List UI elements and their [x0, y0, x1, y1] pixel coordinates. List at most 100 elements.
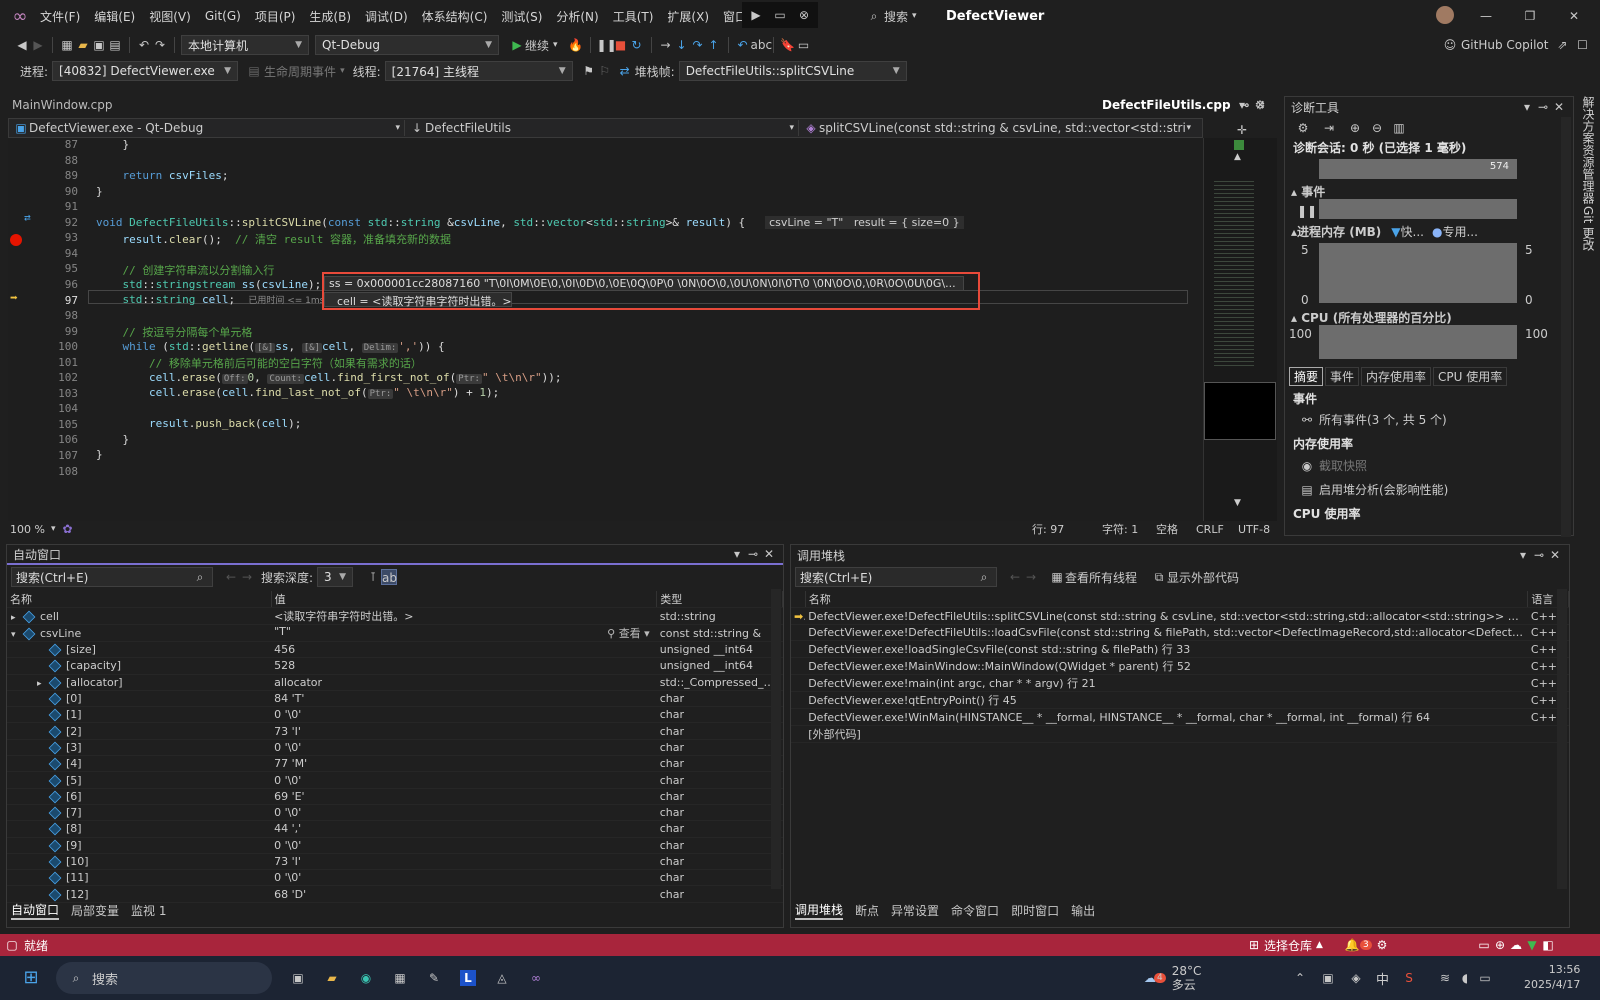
ime-indicator[interactable]: 中: [1376, 969, 1389, 988]
diag-tab[interactable]: 摘要: [1289, 366, 1324, 386]
tray-icon-a[interactable]: ▭: [1476, 937, 1492, 953]
undo-icon[interactable]: ↶: [136, 37, 152, 53]
new-item-icon[interactable]: ▦: [59, 37, 75, 53]
depth-dropdown[interactable]: 3 ▼: [317, 567, 354, 587]
select-repo-button[interactable]: ⊞ 选择仓库 ▲: [1246, 937, 1323, 954]
all-threads-button[interactable]: ▦ 查看所有线程: [1049, 569, 1137, 586]
autos-value-cell[interactable]: 0 '\0': [271, 804, 657, 822]
inline-values[interactable]: csvLine = "T" result = { size=0 }: [765, 216, 964, 229]
search-next-icon[interactable]: →: [239, 569, 255, 585]
comment-icon[interactable]: ▭: [796, 37, 812, 53]
scroll-down-icon[interactable]: ▼: [1234, 498, 1241, 508]
process-dropdown[interactable]: [40832] DefectViewer.exe ▼: [52, 61, 239, 81]
autos-row[interactable]: [8] 44 ',' char: [7, 820, 783, 838]
select-element-icon[interactable]: ▶: [748, 7, 764, 23]
expand-icon[interactable]: ▸: [11, 613, 23, 623]
autos-close-icon[interactable]: ✕: [761, 546, 777, 562]
copilot-button[interactable]: ☺ GitHub Copilot ⇗ ☐: [1442, 37, 1590, 53]
diag-scrollbar[interactable]: [1561, 117, 1571, 537]
menu-item[interactable]: 文件(F): [40, 8, 80, 25]
autos-row[interactable]: [5] 0 '\0' char: [7, 771, 783, 789]
zoom-level[interactable]: 100 %: [10, 523, 45, 536]
diag-chart-icon[interactable]: ▥: [1391, 120, 1407, 136]
breakpoint-icon[interactable]: [10, 234, 22, 246]
flag-threads-icon[interactable]: ⚐: [597, 63, 613, 79]
close-icon[interactable]: ✕: [1566, 8, 1582, 24]
diag-export-icon[interactable]: ⇥: [1321, 120, 1337, 136]
weather-widget[interactable]: ☁ 4 28°C 多云: [1142, 964, 1201, 992]
callstack-bottom-tab[interactable]: 调用堆栈: [795, 901, 844, 920]
callstack-row[interactable]: DefectViewer.exe!main(int argc, char * *…: [791, 674, 1569, 693]
events-track[interactable]: [1319, 199, 1517, 219]
save-icon[interactable]: ▣: [91, 37, 107, 53]
store-icon[interactable]: ▦: [392, 970, 408, 986]
autos-row[interactable]: [12] 68 'D' char: [7, 885, 783, 903]
display-layout-icon[interactable]: ▭: [772, 7, 788, 23]
autos-value-cell[interactable]: 528: [271, 657, 657, 675]
step-over-icon[interactable]: ↷: [690, 37, 706, 53]
search-back-icon[interactable]: ←: [1007, 569, 1023, 585]
tray-app-icon[interactable]: ▣: [1320, 970, 1336, 986]
lifecycle-label[interactable]: 生命周期事件: [264, 63, 336, 80]
visualizer-button[interactable]: ⚲ 查看 ▾: [607, 625, 650, 641]
autos-row[interactable]: ▸ [allocator] allocator std::_Compressed_pa…: [7, 674, 783, 691]
callstack-pin-icon[interactable]: ⊸: [1531, 547, 1547, 563]
pause-icon[interactable]: ❚❚: [1297, 203, 1317, 219]
autos-row[interactable]: ▾ csvLine "T" ⚲ 查看 ▾ const std::string &: [7, 624, 783, 642]
visual-studio-icon[interactable]: ∞: [528, 970, 544, 986]
save-all-icon[interactable]: ▤: [107, 37, 123, 53]
windows-start-icon[interactable]: ⊞: [20, 969, 42, 987]
memory-graph[interactable]: [1319, 243, 1517, 303]
autos-row[interactable]: [size] 456 unsigned __int64: [7, 641, 783, 659]
autos-row[interactable]: [1] 0 '\0' char: [7, 706, 783, 724]
clock[interactable]: 13:56 2025/4/17: [1524, 962, 1580, 992]
autos-row[interactable]: [7] 0 '\0' char: [7, 804, 783, 822]
expand-icon[interactable]: ▾: [11, 630, 23, 640]
autos-row[interactable]: [2] 73 'I' char: [7, 722, 783, 740]
show-next-statement-icon[interactable]: →: [658, 37, 674, 53]
tray-icon-c[interactable]: ☁: [1508, 937, 1524, 953]
encoding[interactable]: UTF-8: [1238, 523, 1270, 536]
cursor-line[interactable]: 行: 97: [1032, 521, 1064, 537]
autos-row[interactable]: [9] 0 '\0' char: [7, 837, 783, 854]
back-icon[interactable]: ◀: [14, 37, 30, 53]
autos-row[interactable]: [6] 69 'E' char: [7, 788, 783, 805]
global-search[interactable]: ⌕ 搜索 ▾: [866, 8, 917, 25]
feedback-icon[interactable]: ☐: [1574, 37, 1590, 53]
menu-item[interactable]: 编辑(E): [94, 8, 135, 25]
callstack-row[interactable]: DefectViewer.exe!qtEntryPoint() 行 45 C++: [791, 691, 1569, 710]
diag-tab[interactable]: 内存使用率: [1361, 366, 1432, 386]
autos-value-cell[interactable]: 68 'D': [271, 885, 657, 903]
callstack-scrollbar[interactable]: [1557, 589, 1567, 889]
menu-item[interactable]: 视图(V): [149, 8, 191, 25]
autos-value-cell[interactable]: 0 '\0': [271, 837, 657, 854]
taskbar-search[interactable]: ⌕ 搜索: [56, 962, 272, 994]
snapshot-button[interactable]: ◉ 截取快照: [1299, 457, 1367, 474]
line-endings[interactable]: CRLF: [1196, 523, 1224, 536]
autos-menu-icon[interactable]: ▾: [729, 546, 745, 562]
datatip-ss-row[interactable]: ss = 0x000001cc28087160 "T\0I\0M\0E\0,\0…: [324, 276, 964, 291]
autos-value-cell[interactable]: 77 'M': [271, 755, 657, 773]
autos-bottom-tab[interactable]: 局部变量: [71, 902, 119, 919]
autos-search-input[interactable]: 搜索(Ctrl+E) ⌕: [11, 567, 213, 587]
step-back-icon[interactable]: ↶: [735, 37, 751, 53]
diag-pin-icon[interactable]: ⊸: [1535, 99, 1551, 115]
diag-settings-icon[interactable]: ⚙: [1295, 120, 1311, 136]
callstack-row[interactable]: DefectViewer.exe!DefectFileUtils::loadCs…: [791, 624, 1569, 642]
callstack-row[interactable]: DefectViewer.exe!MainWindow::MainWindow(…: [791, 657, 1569, 676]
autos-row[interactable]: [10] 73 'I' char: [7, 853, 783, 871]
zoom-out-icon[interactable]: ⊖: [1369, 120, 1385, 136]
diag-tab[interactable]: CPU 使用率: [1433, 366, 1508, 386]
callstack-row[interactable]: [外部代码]: [791, 725, 1569, 744]
close-toolbar-icon[interactable]: ⊗: [796, 7, 812, 23]
col-name[interactable]: 名称: [7, 591, 272, 608]
col-frame-name[interactable]: 名称: [805, 591, 1529, 608]
autos-row[interactable]: [4] 77 'M' char: [7, 755, 783, 773]
member-dropdown[interactable]: ◈ splitCSVLine(const std::string & csvLin…: [799, 120, 1195, 136]
app-l-icon[interactable]: L: [460, 970, 476, 986]
diag-close-icon[interactable]: ✕: [1551, 99, 1567, 115]
hex-display-icon[interactable]: ab: [381, 569, 398, 585]
autos-row[interactable]: [3] 0 '\0' char: [7, 739, 783, 757]
datatip-cell-row[interactable]: cell = <读取字符串字符时出错。>: [324, 292, 512, 308]
share-icon[interactable]: ⇗: [1554, 37, 1570, 53]
